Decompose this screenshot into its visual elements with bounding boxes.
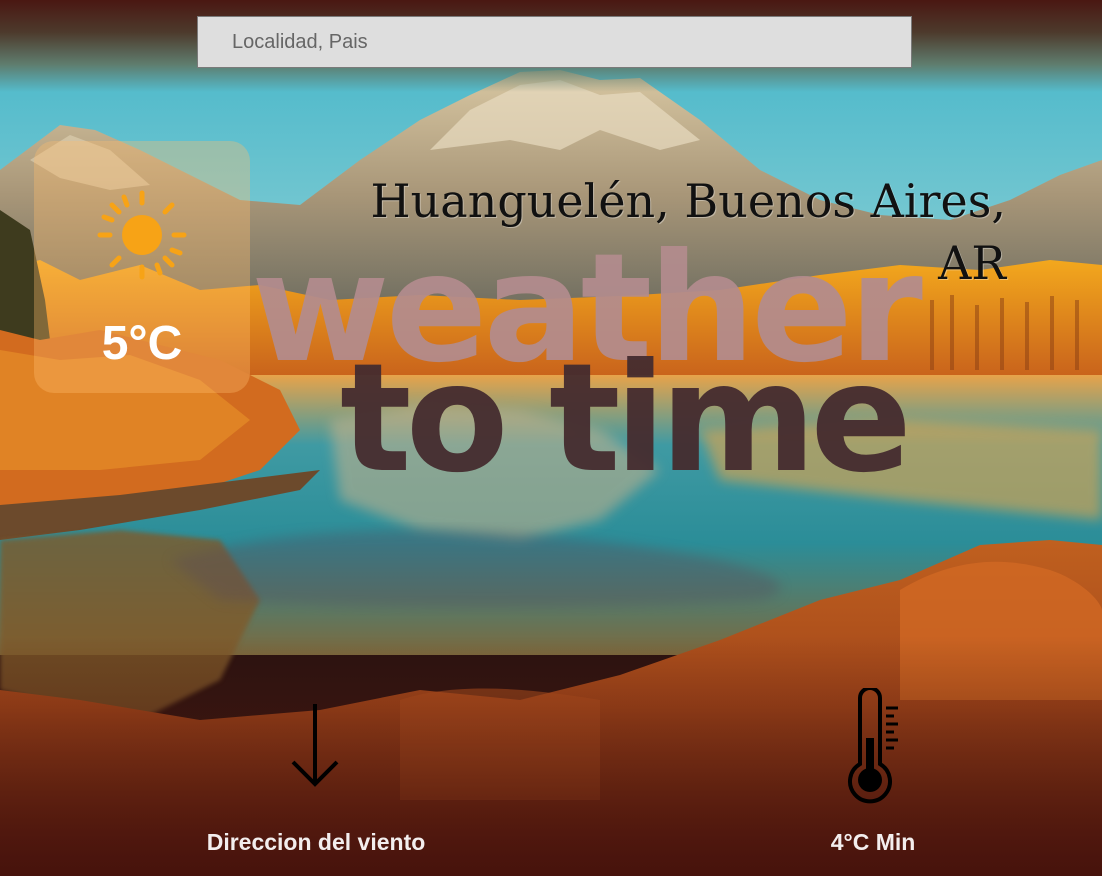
logo-word-bottom: to time [340,332,906,506]
location-line-1: Huanguelén, Buenos Aires, [370,174,1006,228]
arrow-down-icon [291,704,339,787]
weather-app: 5°C Huanguelén, Buenos Aires, AR weather… [0,0,1102,876]
min-temperature-label: 4°C Min [830,829,916,855]
current-temperature: 5°C [101,317,183,370]
search-input[interactable] [198,17,911,67]
sun-icon [97,190,187,280]
thermometer-icon [848,688,898,804]
search-bar [197,16,912,68]
wind-direction-label: Direccion del viento [206,829,426,855]
app-logo: weather to time [251,225,927,506]
